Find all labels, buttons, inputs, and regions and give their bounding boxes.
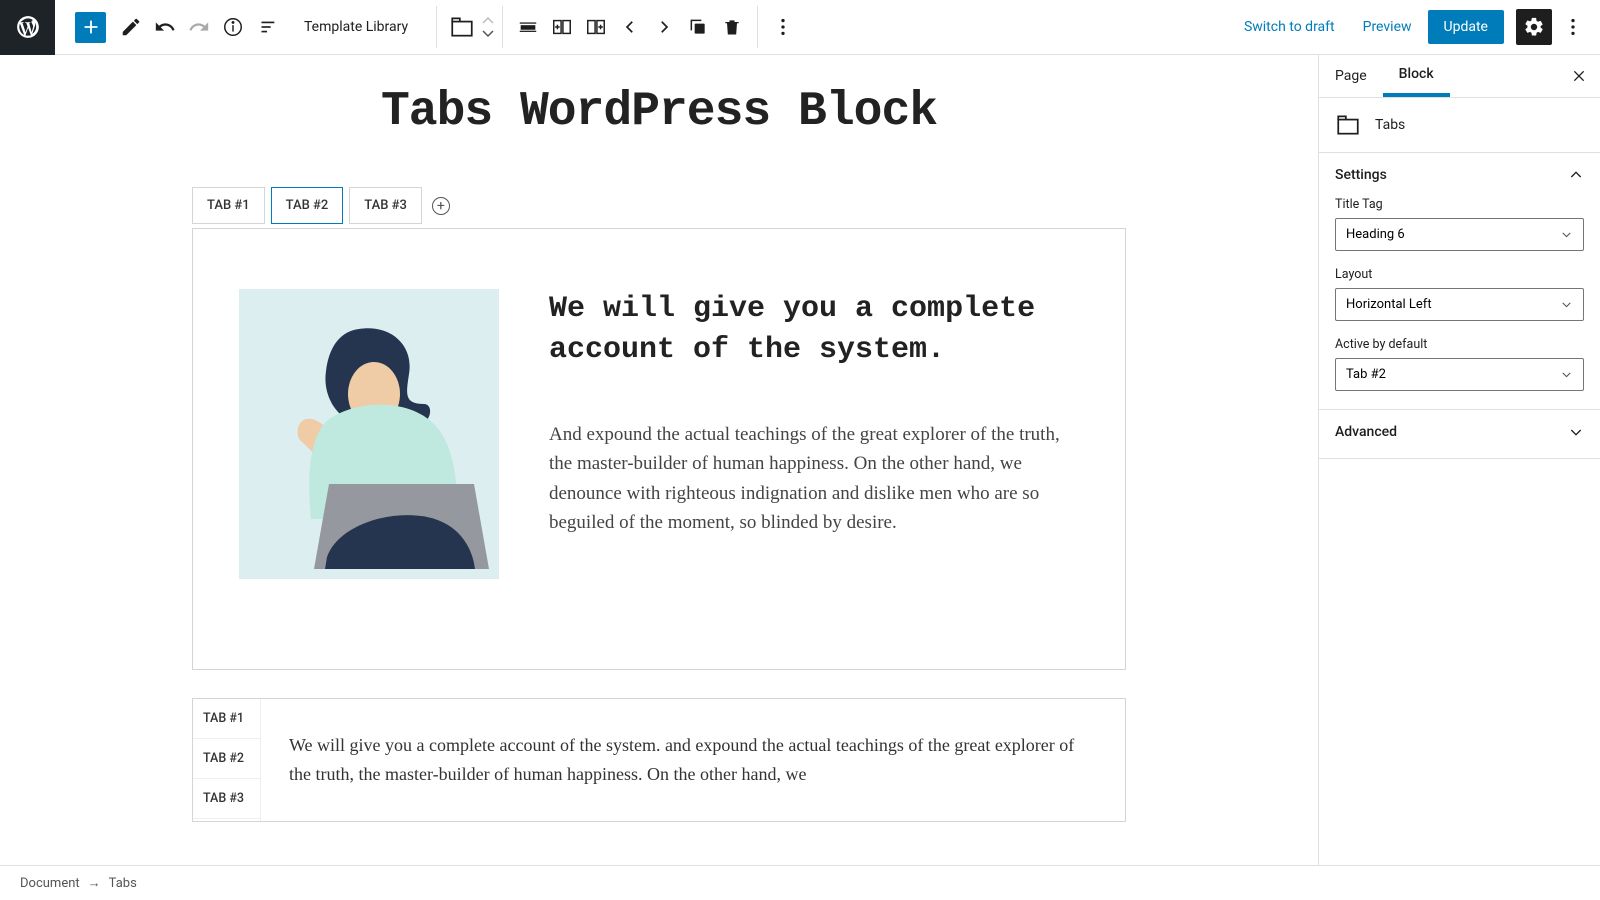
vtab-content[interactable]: We will give you a complete account of t… — [261, 699, 1125, 821]
label-title-tag: Title Tag — [1335, 197, 1584, 212]
settings-sidebar: Page Block Tabs Settings Title Tag Headi… — [1318, 55, 1600, 865]
vtab-button-2[interactable]: TAB #2 — [193, 739, 260, 779]
select-layout[interactable]: Horizontal Left — [1335, 288, 1584, 321]
block-options-icon[interactable] — [766, 10, 800, 44]
duplicate-icon[interactable] — [681, 10, 715, 44]
label-active-default: Active by default — [1335, 337, 1584, 352]
insert-after-icon[interactable] — [579, 10, 613, 44]
page-title[interactable]: Tabs WordPress Block — [0, 85, 1318, 139]
update-button[interactable]: Update — [1428, 10, 1504, 44]
breadcrumb: Document → Tabs — [0, 865, 1600, 900]
tab-button-1[interactable]: TAB #1 — [192, 187, 265, 224]
select-active-default[interactable]: Tab #2 — [1335, 358, 1584, 391]
add-block-button[interactable] — [75, 12, 106, 43]
chevron-down-icon — [1560, 298, 1573, 311]
panel-settings-title: Settings — [1335, 167, 1387, 183]
tab-button-3[interactable]: TAB #3 — [349, 187, 422, 224]
separator — [502, 6, 503, 48]
panel-settings-header[interactable]: Settings — [1335, 167, 1584, 183]
breadcrumb-document[interactable]: Document — [20, 876, 80, 891]
edit-mode-icon[interactable] — [114, 10, 148, 44]
align-icon[interactable] — [511, 10, 545, 44]
select-active-default-value: Tab #2 — [1346, 367, 1386, 382]
add-tab-icon[interactable]: + — [432, 197, 450, 215]
block-type-tabs-icon[interactable] — [445, 10, 479, 44]
close-sidebar-icon[interactable] — [1558, 55, 1600, 97]
chevron-down-icon — [1568, 424, 1584, 440]
separator — [436, 6, 437, 48]
preview-button[interactable]: Preview — [1351, 11, 1424, 43]
tab-button-2[interactable]: TAB #2 — [271, 187, 344, 224]
chevron-up-icon — [1568, 167, 1584, 183]
more-options-icon[interactable] — [1556, 10, 1590, 44]
vtab-body-text[interactable]: We will give you a complete account of t… — [289, 731, 1097, 789]
prev-tab-icon[interactable] — [613, 10, 647, 44]
next-tab-icon[interactable] — [647, 10, 681, 44]
list-view-icon[interactable] — [250, 10, 284, 44]
delete-icon[interactable] — [715, 10, 749, 44]
separator — [757, 6, 758, 48]
move-down-icon[interactable] — [482, 28, 494, 38]
select-title-tag[interactable]: Heading 6 — [1335, 218, 1584, 251]
tab-heading[interactable]: We will give you a complete account of t… — [549, 289, 1079, 370]
illustration — [239, 289, 499, 579]
block-name-label: Tabs — [1375, 117, 1405, 133]
select-title-tag-value: Heading 6 — [1346, 227, 1405, 242]
panel-advanced-header[interactable]: Advanced — [1335, 424, 1584, 440]
tab-body-text[interactable]: And expound the actual teachings of the … — [549, 420, 1079, 538]
template-label[interactable]: Template Library — [304, 19, 408, 35]
panel-advanced-title: Advanced — [1335, 424, 1397, 440]
chevron-down-icon — [1560, 228, 1573, 241]
breadcrumb-block[interactable]: Tabs — [109, 876, 137, 891]
move-up-icon[interactable] — [482, 16, 494, 26]
breadcrumb-arrow-icon: → — [88, 875, 101, 891]
sidebar-tab-page[interactable]: Page — [1319, 55, 1383, 97]
select-layout-value: Horizontal Left — [1346, 297, 1432, 312]
undo-icon[interactable] — [148, 10, 182, 44]
settings-icon[interactable] — [1516, 9, 1552, 45]
insert-before-icon[interactable] — [545, 10, 579, 44]
switch-to-draft-button[interactable]: Switch to draft — [1232, 11, 1347, 43]
label-layout: Layout — [1335, 267, 1584, 282]
tabs-block-horizontal[interactable]: TAB #1 TAB #2 TAB #3 + — [192, 187, 1126, 670]
chevron-down-icon — [1560, 368, 1573, 381]
tab-content[interactable]: We will give you a complete account of t… — [192, 228, 1126, 670]
info-icon[interactable] — [216, 10, 250, 44]
vtab-button-1[interactable]: TAB #1 — [193, 699, 260, 739]
vtab-button-3[interactable]: TAB #3 — [193, 779, 260, 819]
wordpress-logo[interactable] — [0, 0, 55, 55]
tabs-block-vertical[interactable]: TAB #1 TAB #2 TAB #3 We will give you a … — [192, 698, 1126, 822]
tabs-block-icon — [1335, 112, 1361, 138]
sidebar-tab-block[interactable]: Block — [1383, 55, 1450, 97]
redo-icon[interactable] — [182, 10, 216, 44]
